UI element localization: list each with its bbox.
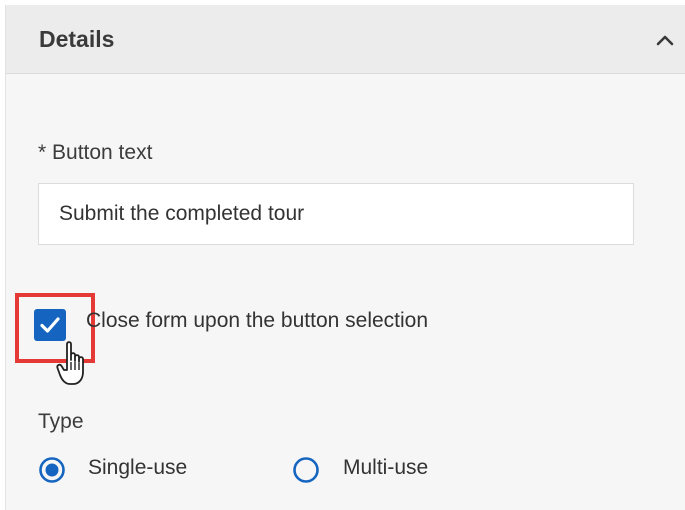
close-form-label[interactable]: Close form upon the button selection bbox=[86, 309, 428, 333]
section-title: Details bbox=[39, 26, 115, 52]
hand-pointer-icon bbox=[56, 340, 92, 390]
button-text-input[interactable] bbox=[38, 183, 634, 245]
page: Details * Button text Close form upon th… bbox=[0, 0, 685, 510]
radio-single-use[interactable] bbox=[38, 456, 66, 484]
checkmark-icon bbox=[40, 317, 60, 333]
radio-multi-use[interactable] bbox=[292, 456, 320, 484]
radio-label-single-use[interactable]: Single-use bbox=[88, 456, 187, 480]
button-text-label: * Button text bbox=[38, 141, 153, 164]
type-label: Type bbox=[38, 410, 84, 433]
radio-label-multi-use[interactable]: Multi-use bbox=[343, 456, 428, 480]
chevron-up-icon[interactable] bbox=[654, 29, 676, 51]
details-section-header[interactable]: Details bbox=[6, 5, 685, 74]
details-panel: Details * Button text Close form upon th… bbox=[5, 5, 685, 510]
close-form-checkbox[interactable] bbox=[34, 309, 66, 341]
